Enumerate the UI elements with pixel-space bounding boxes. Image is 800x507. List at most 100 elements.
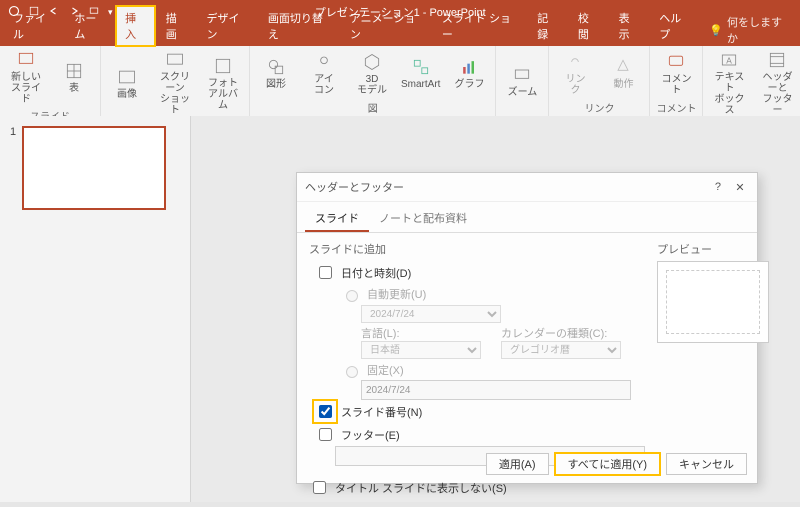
slidenum-label: スライド番号(N) xyxy=(341,404,422,420)
new-slide-label: 新しい スライド xyxy=(7,72,45,105)
link-label: リン ク xyxy=(565,74,585,96)
screenshot-label: スクリーン ショット xyxy=(156,72,194,116)
slidenum-checkbox[interactable] xyxy=(319,405,332,418)
headerfooter-label: ヘッダーと フッター xyxy=(758,72,796,116)
header-footer-button[interactable]: ヘッダーと フッター xyxy=(755,48,799,118)
screenshot-button[interactable]: スクリーン ショット xyxy=(153,48,197,118)
group-label-illust: 図 xyxy=(254,99,491,116)
apply-all-button[interactable]: すべてに適用(Y) xyxy=(555,453,660,475)
tab-home[interactable]: ホーム xyxy=(65,6,114,46)
dialog-titlebar: ヘッダーとフッター ? ✕ xyxy=(297,173,757,202)
apply-button[interactable]: 適用(A) xyxy=(486,453,549,475)
menu-bar: ファイル ホーム 挿入 描画 デザイン 画面切り替え アニメーション スライド … xyxy=(0,24,800,46)
table-label: 表 xyxy=(69,83,79,94)
tab-slideshow[interactable]: スライド ショー xyxy=(433,6,526,46)
zoom-label: ズーム xyxy=(508,87,538,98)
ribbon-group-text: Aテキスト ボックス ヘッダーと フッター Aワード アート 日付と 時刻 #ス… xyxy=(703,46,800,116)
slide-thumbnails-pane: 1 xyxy=(0,116,191,502)
preview-label: プレビュー xyxy=(657,241,767,257)
fixed-label: 固定(X) xyxy=(367,362,404,378)
ribbon-group-slides: 新しい スライド 表 スライド xyxy=(0,46,101,116)
smartart-label: SmartArt xyxy=(401,79,440,90)
tab-file[interactable]: ファイル xyxy=(4,6,63,46)
action-button[interactable]: 動作 xyxy=(601,55,645,92)
tab-review[interactable]: 校閲 xyxy=(569,6,608,46)
action-label: 動作 xyxy=(613,79,633,90)
autoupdate-radio[interactable] xyxy=(346,290,358,302)
tab-draw[interactable]: 描画 xyxy=(157,6,196,46)
footer-label: フッター(E) xyxy=(341,427,400,443)
textbox-button[interactable]: A テキスト ボックス xyxy=(707,48,751,118)
fixed-radio[interactable] xyxy=(346,366,358,378)
help-button[interactable]: ? xyxy=(715,181,721,193)
tab-animations[interactable]: アニメーション xyxy=(341,6,431,46)
close-icon[interactable]: ✕ xyxy=(731,181,749,194)
autoupdate-label: 自動更新(U) xyxy=(367,286,426,302)
footer-row: フッター(E) xyxy=(309,423,645,446)
3d-models-button[interactable]: 3D モデル xyxy=(350,50,394,98)
tab-notes[interactable]: ノートと配布資料 xyxy=(369,206,477,232)
link-button[interactable]: リン ク xyxy=(553,50,597,98)
dialog-tabs: スライド ノートと配布資料 xyxy=(297,202,757,233)
date-select[interactable]: 2024/7/24 xyxy=(361,305,501,323)
group-label-comments: コメント xyxy=(654,99,698,116)
cal-select[interactable]: グレゴリオ暦 xyxy=(501,341,621,359)
shapes-button[interactable]: 図形 xyxy=(254,55,298,92)
tab-view[interactable]: 表示 xyxy=(610,6,649,46)
cancel-button[interactable]: キャンセル xyxy=(666,453,747,475)
chart-label: グラフ xyxy=(454,79,484,90)
hidetitle-row: タイトル スライドに表示しない(S) xyxy=(309,476,645,499)
smartart-button[interactable]: SmartArt xyxy=(398,55,443,92)
icons-button[interactable]: アイ コン xyxy=(302,50,346,98)
thumb-number: 1 xyxy=(10,126,16,210)
lang-label: 言語(L): xyxy=(361,325,481,341)
3d-label: 3D モデル xyxy=(357,74,387,96)
dialog-title: ヘッダーとフッター xyxy=(305,179,715,195)
picture-button[interactable]: 画像 xyxy=(105,65,149,102)
ribbon-group-zoom: ズーム xyxy=(496,46,549,116)
hidetitle-checkbox[interactable] xyxy=(313,481,326,494)
tab-design[interactable]: デザイン xyxy=(197,6,256,46)
tab-record[interactable]: 記録 xyxy=(528,6,567,46)
ribbon-group-links: リン ク 動作 リンク xyxy=(549,46,650,116)
ribbon-group-illustrations: 図形 アイ コン 3D モデル SmartArt グラフ 図 xyxy=(250,46,496,116)
dialog-buttons: 適用(A) すべてに適用(Y) キャンセル xyxy=(486,453,747,475)
ribbon-group-comments: コメント コメント xyxy=(650,46,703,116)
slide-thumbnail[interactable]: 1 xyxy=(10,126,180,210)
photo-album-button[interactable]: フォト アルバム xyxy=(201,54,245,113)
datetime-label: 日付と時刻(D) xyxy=(341,265,411,281)
footer-checkbox[interactable] xyxy=(319,428,332,441)
comment-label: コメント xyxy=(657,74,695,96)
section-label: スライドに追加 xyxy=(309,241,645,257)
shapes-label: 図形 xyxy=(266,79,286,90)
ribbon-group-images: 画像 スクリーン ショット フォト アルバム 画像 xyxy=(101,46,250,116)
tab-transitions[interactable]: 画面切り替え xyxy=(259,6,339,46)
textbox-label: テキスト ボックス xyxy=(710,72,748,116)
hidetitle-label: タイトル スライドに表示しない(S) xyxy=(335,480,507,496)
comment-button[interactable]: コメント xyxy=(654,50,698,98)
group-label-links: リンク xyxy=(553,99,645,116)
tellme-label: 何をしますか xyxy=(727,14,788,46)
table-button[interactable]: 表 xyxy=(52,59,96,96)
cal-label: カレンダーの種類(C): xyxy=(501,325,621,341)
datetime-checkbox[interactable] xyxy=(319,266,332,279)
thumb-preview xyxy=(22,126,166,210)
datetime-row: 日付と時刻(D) xyxy=(309,261,645,284)
album-label: フォト アルバム xyxy=(204,78,242,111)
header-footer-dialog: ヘッダーとフッター ? ✕ スライド ノートと配布資料 スライドに追加 日付と時… xyxy=(296,172,758,484)
preview-box xyxy=(657,261,769,343)
fixed-input[interactable] xyxy=(361,380,631,400)
tab-help[interactable]: ヘルプ xyxy=(650,6,699,46)
svg-text:A: A xyxy=(727,55,733,65)
tellme-search[interactable]: 💡 何をしますか xyxy=(701,14,796,46)
icons-label: アイ コン xyxy=(314,74,334,96)
tab-insert[interactable]: 挿入 xyxy=(116,6,155,46)
chart-button[interactable]: グラフ xyxy=(447,55,491,92)
new-slide-button[interactable]: 新しい スライド xyxy=(4,48,48,107)
picture-label: 画像 xyxy=(117,89,137,100)
ribbon: 新しい スライド 表 スライド 画像 スクリーン ショット フォト アルバム 画… xyxy=(0,46,800,117)
tab-slide[interactable]: スライド xyxy=(305,206,369,232)
zoom-button[interactable]: ズーム xyxy=(500,63,544,100)
lang-select[interactable]: 日本語 xyxy=(361,341,481,359)
slidenum-row: スライド番号(N) xyxy=(309,400,645,423)
